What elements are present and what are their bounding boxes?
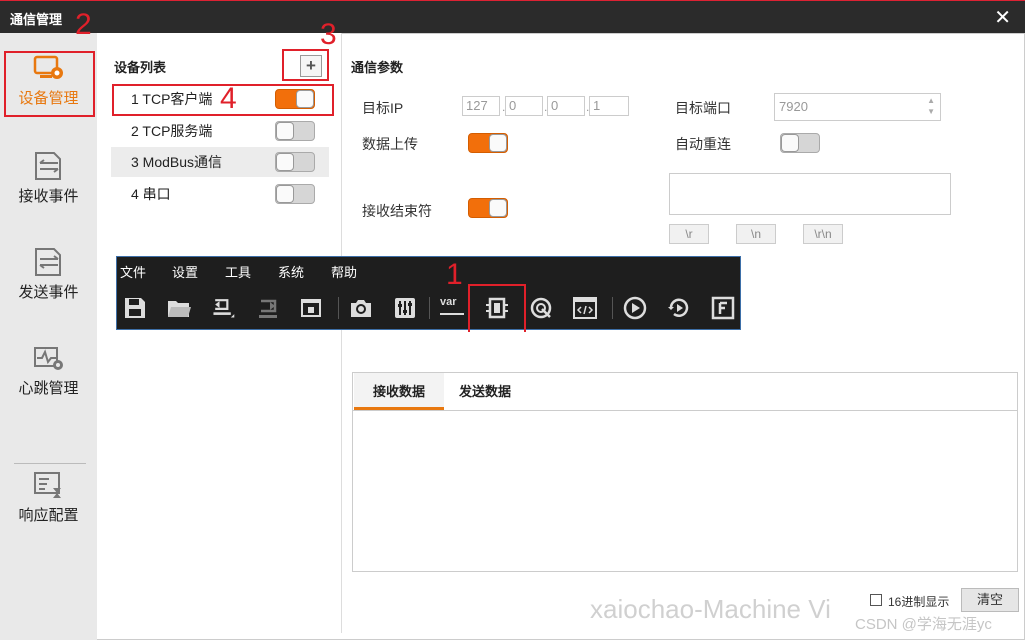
menu-help[interactable]: 帮助 [331, 262, 357, 281]
nav-label: 发送事件 [18, 284, 79, 301]
menu-tools[interactable]: 工具 [225, 262, 251, 281]
code-icon[interactable] [572, 295, 598, 321]
annotation-number-3: 3 [320, 18, 337, 51]
nav-heartbeat[interactable]: 心跳管理 [0, 343, 97, 398]
params-title: 通信参数 [351, 60, 404, 75]
nav-receive-event[interactable]: 接收事件 [0, 151, 97, 206]
nav-label: 心跳管理 [18, 380, 79, 397]
data-panel: 接收数据 发送数据 [352, 372, 1018, 572]
toolbar-separator [612, 297, 613, 319]
hex-display-label: 16进制显示 [888, 595, 950, 609]
menu-system[interactable]: 系统 [278, 262, 304, 281]
end-char-label: 接收结束符 [362, 203, 432, 219]
var-icon-text: var [440, 296, 457, 308]
play-icon[interactable] [622, 295, 648, 321]
target-ip-label: 目标IP [362, 100, 404, 116]
nav-label: 响应配置 [18, 507, 79, 524]
annotation-number-1: 1 [446, 258, 463, 291]
ip-field-3[interactable]: 0 [547, 96, 585, 116]
send-event-icon [34, 248, 61, 276]
device-item-label: 3 ModBus通信 [131, 154, 223, 170]
device-toggle-tcp-server[interactable] [275, 121, 315, 141]
toolbar-separator [429, 297, 430, 319]
annotation-box-1 [468, 284, 526, 332]
device-list-panel: 设备列表 + 1 TCP客户端 2 TCP服务端 3 ModBus通信 4 串口 [97, 33, 342, 633]
target-port-label: 目标端口 [675, 100, 731, 116]
menu-settings[interactable]: 设置 [172, 262, 198, 281]
menu-file[interactable]: 文件 [120, 262, 146, 281]
tab-send-data[interactable]: 发送数据 [445, 373, 525, 410]
device-item-label: 4 串口 [131, 186, 171, 202]
credit-watermark: CSDN @学海无涯yc [855, 616, 992, 633]
heartbeat-icon [33, 347, 63, 370]
open-folder-icon[interactable] [166, 295, 192, 321]
end-char-toggle[interactable] [468, 198, 508, 218]
device-toggle-modbus[interactable] [275, 152, 315, 172]
receive-event-icon [34, 152, 61, 180]
cr-button[interactable]: \r [669, 224, 709, 244]
end-char-input[interactable] [669, 173, 951, 215]
response-config-icon [33, 472, 61, 498]
lock-icon[interactable] [298, 295, 324, 321]
watermark: xaiochao-Machine Vi [590, 594, 831, 624]
f-icon[interactable] [710, 295, 736, 321]
annotation-number-2: 2 [75, 8, 92, 41]
hex-display-checkbox[interactable] [870, 594, 882, 606]
nav-send-event[interactable]: 发送事件 [0, 247, 97, 302]
tab-receive-data[interactable]: 接收数据 [354, 373, 444, 410]
port-spinbox[interactable]: 7920 ▲ ▼ [774, 93, 941, 121]
data-text-area[interactable] [353, 411, 1017, 571]
annotation-box-2 [4, 51, 95, 117]
upload-label: 数据上传 [362, 136, 418, 152]
spin-arrows-icon[interactable]: ▲ ▼ [927, 95, 935, 117]
annotation-number-4: 4 [220, 82, 237, 115]
ip-field-1[interactable]: 127 [462, 96, 500, 116]
main-app-toolbar-window: 文件 设置 工具 系统 帮助 var [116, 256, 741, 330]
save-icon[interactable] [122, 295, 148, 321]
title-bar: 通信管理 ✕ [0, 0, 1025, 33]
port-value: 7920 [779, 99, 808, 114]
nav-label: 接收事件 [18, 188, 79, 205]
reconnect-toggle[interactable] [780, 133, 820, 153]
target-icon[interactable] [528, 295, 554, 321]
var-icon[interactable]: var [440, 295, 466, 321]
window-title: 通信管理 [10, 12, 63, 27]
clear-button[interactable]: 清空 [961, 588, 1019, 612]
left-nav: 设备管理 接收事件 发送事件 心跳管理 响应配置 [0, 33, 97, 640]
device-list-title: 设备列表 [114, 60, 167, 75]
sliders-icon[interactable] [392, 295, 418, 321]
camera-icon[interactable] [348, 295, 374, 321]
annotation-box-3 [282, 49, 329, 81]
nav-response-config[interactable]: 响应配置 [0, 470, 97, 525]
upload-toggle[interactable] [468, 133, 508, 153]
nav-divider [14, 463, 86, 464]
ip-field-2[interactable]: 0 [505, 96, 543, 116]
close-icon[interactable]: ✕ [994, 5, 1011, 30]
redo-icon[interactable] [255, 295, 281, 321]
device-item-label: 2 TCP服务端 [131, 123, 213, 139]
undo-icon[interactable] [210, 295, 236, 321]
crlf-button[interactable]: \r\n [803, 224, 843, 244]
toolbar-separator [338, 297, 339, 319]
ip-field-4[interactable]: 1 [589, 96, 629, 116]
reconnect-label: 自动重连 [675, 136, 731, 152]
lf-button[interactable]: \n [736, 224, 776, 244]
cycle-run-icon[interactable] [666, 295, 692, 321]
device-toggle-serial[interactable] [275, 184, 315, 204]
